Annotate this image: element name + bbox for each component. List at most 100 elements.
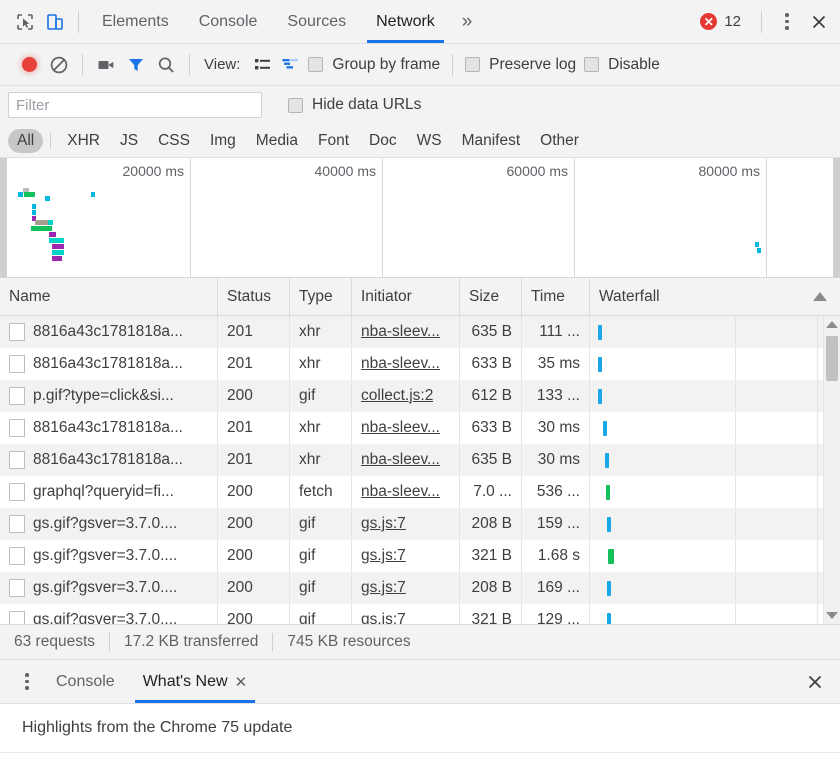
table-row[interactable]: gs.gif?gsver=3.7.0....200gifgs.js:7208 B… bbox=[0, 508, 840, 540]
table-vertical-scrollbar[interactable] bbox=[823, 316, 840, 624]
disable-cache-box bbox=[584, 57, 599, 72]
tab-sources[interactable]: Sources bbox=[272, 0, 361, 43]
scroll-down-arrow-icon[interactable] bbox=[824, 607, 840, 624]
cell-type: gif bbox=[290, 604, 352, 624]
table-row[interactable]: 8816a43c1781818a...201xhrnba-sleev...633… bbox=[0, 348, 840, 380]
type-filter-other[interactable]: Other bbox=[531, 129, 588, 153]
type-filter-ws[interactable]: WS bbox=[408, 129, 451, 153]
overview-band-3: 60000 ms bbox=[383, 158, 575, 277]
initiator-link[interactable]: gs.js:7 bbox=[361, 611, 406, 624]
cell-type: xhr bbox=[290, 348, 352, 380]
type-filter-js[interactable]: JS bbox=[111, 129, 147, 153]
initiator-link[interactable]: nba-sleev... bbox=[361, 419, 440, 437]
type-filter-media[interactable]: Media bbox=[247, 129, 307, 153]
record-button-icon[interactable] bbox=[14, 50, 44, 80]
view-list-icon[interactable] bbox=[248, 52, 276, 78]
scrollbar-thumb[interactable] bbox=[826, 336, 838, 381]
initiator-link[interactable]: nba-sleev... bbox=[361, 451, 440, 469]
column-header-type[interactable]: Type bbox=[290, 278, 352, 315]
initiator-link[interactable]: nba-sleev... bbox=[361, 323, 440, 341]
cell-waterfall bbox=[590, 508, 840, 540]
table-row[interactable]: graphql?queryid=fi...200fetchnba-sleev..… bbox=[0, 476, 840, 508]
toolbar-divider-2 bbox=[189, 54, 190, 76]
cell-type: gif bbox=[290, 508, 352, 540]
type-filter-manifest[interactable]: Manifest bbox=[453, 129, 530, 153]
search-magnifier-icon[interactable] bbox=[151, 50, 181, 80]
table-row[interactable]: p.gif?type=click&si...200gifcollect.js:2… bbox=[0, 380, 840, 412]
initiator-link[interactable]: nba-sleev... bbox=[361, 355, 440, 373]
table-row[interactable]: 8816a43c1781818a...201xhrnba-sleev...635… bbox=[0, 316, 840, 348]
drawer-tab-console[interactable]: Console bbox=[42, 660, 129, 703]
hide-data-urls-checkbox[interactable]: Hide data URLs bbox=[284, 96, 425, 114]
tab-elements[interactable]: Elements bbox=[87, 0, 184, 43]
filter-row: Hide data URLs bbox=[0, 86, 840, 124]
tab-console[interactable]: Console bbox=[184, 0, 273, 43]
drawer-tab-close-icon[interactable]: ✕ bbox=[235, 673, 248, 691]
scroll-up-arrow-icon[interactable] bbox=[824, 316, 840, 333]
table-row[interactable]: 8816a43c1781818a...201xhrnba-sleev...633… bbox=[0, 412, 840, 444]
column-header-initiator[interactable]: Initiator bbox=[352, 278, 460, 315]
table-row[interactable]: gs.gif?gsver=3.7.0....200gifgs.js:7321 B… bbox=[0, 540, 840, 572]
column-header-time[interactable]: Time bbox=[522, 278, 590, 315]
drawer-close-icon[interactable] bbox=[800, 667, 830, 697]
type-filter-all[interactable]: All bbox=[8, 129, 43, 153]
cell-name: gs.gif?gsver=3.7.0.... bbox=[0, 508, 218, 540]
close-icon[interactable] bbox=[804, 7, 834, 37]
column-header-name[interactable]: Name bbox=[0, 278, 218, 315]
capture-screenshots-icon[interactable] bbox=[91, 50, 121, 80]
column-header-status[interactable]: Status bbox=[218, 278, 290, 315]
type-filter-img[interactable]: Img bbox=[201, 129, 245, 153]
favicon-placeholder-icon bbox=[9, 611, 25, 624]
overview-right-grabber[interactable] bbox=[833, 158, 840, 277]
initiator-link[interactable]: gs.js:7 bbox=[361, 579, 406, 597]
waterfall-gridline bbox=[735, 508, 736, 540]
table-row[interactable]: gs.gif?gsver=3.7.0....200gifgs.js:7321 B… bbox=[0, 604, 840, 624]
waterfall-gridline bbox=[817, 604, 818, 624]
waterfall-gridline bbox=[817, 412, 818, 444]
initiator-link[interactable]: collect.js:2 bbox=[361, 387, 433, 405]
tab-network[interactable]: Network bbox=[361, 0, 450, 43]
type-filter-css[interactable]: CSS bbox=[149, 129, 199, 153]
clear-network-log-icon[interactable] bbox=[44, 50, 74, 80]
table-row[interactable]: gs.gif?gsver=3.7.0....200gifgs.js:7208 B… bbox=[0, 572, 840, 604]
error-count-badge[interactable]: ✕ 12 bbox=[690, 13, 751, 30]
network-overview-timeline[interactable]: 20000 ms 40000 ms 60000 ms 80000 ms bbox=[0, 158, 840, 278]
type-filter-font[interactable]: Font bbox=[309, 129, 358, 153]
tabbar-divider bbox=[78, 11, 79, 33]
waterfall-gridline bbox=[817, 380, 818, 412]
view-waterfall-icon[interactable] bbox=[276, 52, 304, 78]
initiator-link[interactable]: nba-sleev... bbox=[361, 483, 440, 501]
column-header-waterfall[interactable]: Waterfall bbox=[590, 278, 840, 315]
table-row[interactable]: 8816a43c1781818a...201xhrnba-sleev...635… bbox=[0, 444, 840, 476]
cell-time: 30 ms bbox=[522, 412, 590, 444]
cell-size: 635 B bbox=[460, 316, 522, 348]
request-name-label: gs.gif?gsver=3.7.0.... bbox=[33, 547, 177, 565]
device-toolbar-icon[interactable] bbox=[40, 7, 70, 37]
overview-bar bbox=[755, 242, 759, 247]
more-tabs-icon[interactable]: » bbox=[450, 0, 485, 43]
type-filter-doc[interactable]: Doc bbox=[360, 129, 406, 153]
initiator-link[interactable]: gs.js:7 bbox=[361, 547, 406, 565]
hide-data-urls-box bbox=[288, 98, 303, 113]
cell-waterfall bbox=[590, 316, 840, 348]
overview-left-grabber[interactable] bbox=[0, 158, 7, 277]
drawer-tab-whats-new[interactable]: What's New ✕ bbox=[129, 660, 261, 703]
favicon-placeholder-icon bbox=[9, 355, 25, 373]
tab-network-label: Network bbox=[376, 13, 435, 31]
type-filter-xhr[interactable]: XHR bbox=[58, 129, 109, 153]
filter-funnel-icon[interactable] bbox=[121, 50, 151, 80]
preserve-log-checkbox[interactable]: Preserve log bbox=[461, 56, 580, 74]
disable-cache-checkbox[interactable]: Disable bbox=[580, 56, 664, 74]
inspect-cursor-icon[interactable] bbox=[10, 7, 40, 37]
filter-input[interactable] bbox=[8, 92, 262, 118]
overview-bar bbox=[31, 226, 52, 231]
requests-count: 63 requests bbox=[14, 633, 109, 651]
overview-tick-4: 80000 ms bbox=[699, 163, 760, 179]
cell-name: 8816a43c1781818a... bbox=[0, 316, 218, 348]
drawer-menu-icon[interactable] bbox=[12, 667, 42, 697]
column-header-size[interactable]: Size bbox=[460, 278, 522, 315]
initiator-link[interactable]: gs.js:7 bbox=[361, 515, 406, 533]
drawer-tab-whats-new-label: What's New bbox=[143, 673, 228, 691]
group-by-frame-checkbox[interactable]: Group by frame bbox=[304, 56, 444, 74]
kebab-menu-icon[interactable] bbox=[772, 7, 802, 37]
